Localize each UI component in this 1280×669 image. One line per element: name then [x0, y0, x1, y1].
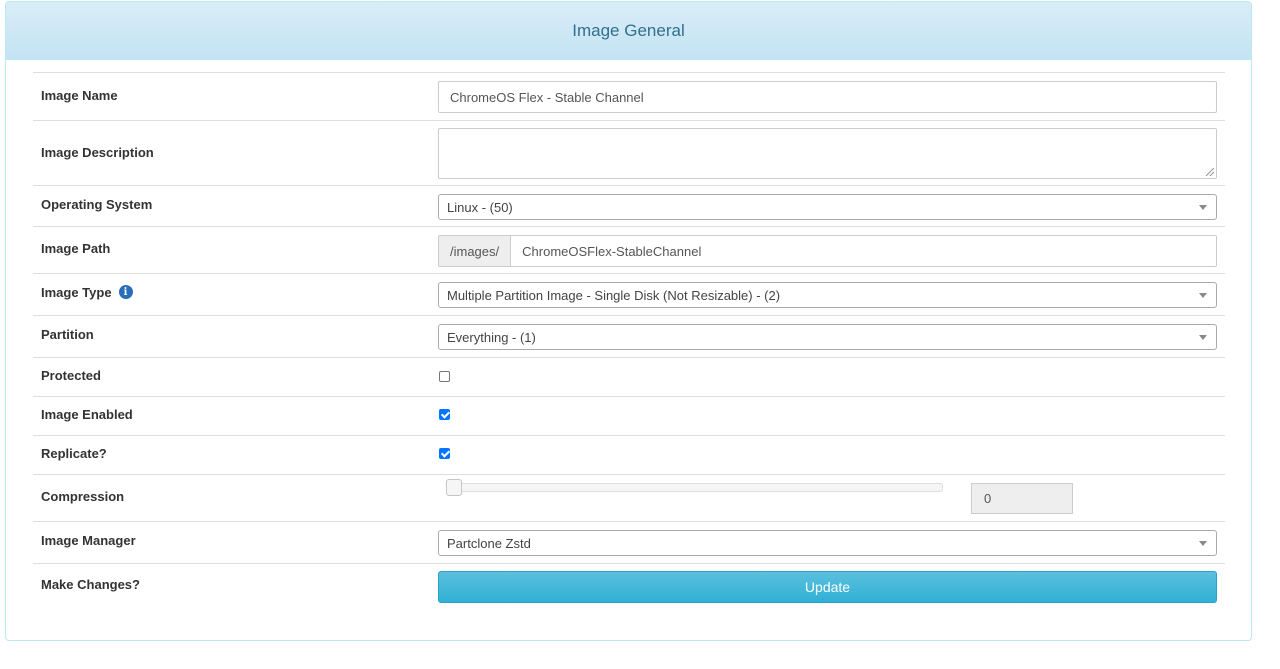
image-name-value: ChromeOS Flex - Stable Channel	[450, 89, 644, 105]
partition-selected: Everything - (1)	[447, 329, 536, 345]
operating-system-select[interactable]: Linux - (50)	[438, 194, 1217, 220]
partition-field-wrap: Everything - (1)	[438, 324, 1217, 350]
row-make-changes: Make Changes? Update	[33, 563, 1225, 611]
partition-select[interactable]: Everything - (1)	[438, 324, 1217, 350]
image-enabled-label: Image Enabled	[41, 406, 133, 422]
image-manager-label: Image Manager	[41, 532, 136, 548]
compression-label: Compression	[41, 488, 125, 504]
row-replicate: Replicate?	[33, 435, 1225, 474]
image-path-input[interactable]: ChromeOSFlex-StableChannel	[510, 235, 1217, 267]
panel-heading: Image General	[6, 2, 1251, 60]
image-manager-select[interactable]: Partclone Zstd	[438, 530, 1217, 556]
image-name-input[interactable]: ChromeOS Flex - Stable Channel	[438, 81, 1217, 113]
make-changes-label: Make Changes?	[41, 576, 140, 592]
image-type-selected: Multiple Partition Image - Single Disk (…	[447, 287, 781, 303]
image-path-value: ChromeOSFlex-StableChannel	[522, 243, 702, 259]
operating-system-field-wrap: Linux - (50)	[438, 194, 1217, 220]
chevron-down-icon	[1199, 292, 1207, 298]
image-manager-field-wrap: Partclone Zstd	[438, 530, 1217, 556]
resize-grip-icon[interactable]	[1206, 168, 1214, 176]
row-partition: Partition Everything - (1)	[33, 315, 1225, 357]
compression-value: 0	[984, 491, 992, 506]
image-path-prefix: /images/	[438, 235, 511, 267]
chevron-down-icon	[1199, 204, 1207, 210]
image-description-field-wrap	[438, 128, 1217, 179]
image-description-label: Image Description	[41, 144, 154, 160]
compression-slider[interactable]	[446, 479, 943, 496]
protected-checkbox[interactable]	[439, 371, 450, 382]
compression-field-wrap: 0	[438, 475, 1217, 522]
image-manager-selected: Partclone Zstd	[447, 535, 531, 551]
image-path-label: Image Path	[41, 240, 111, 256]
partition-label: Partition	[41, 326, 94, 342]
compression-value-input: 0	[971, 483, 1073, 514]
image-name-label: Image Name	[41, 87, 118, 103]
row-compression: Compression 0	[33, 474, 1225, 521]
image-form: Image Name ChromeOS Flex - Stable Channe…	[33, 72, 1225, 611]
row-image-manager: Image Manager Partclone Zstd	[33, 521, 1225, 563]
row-operating-system: Operating System Linux - (50)	[33, 185, 1225, 226]
replicate-checkbox[interactable]	[439, 448, 450, 459]
image-description-textarea[interactable]	[438, 128, 1217, 179]
operating-system-label: Operating System	[41, 196, 153, 212]
image-enabled-checkbox[interactable]	[439, 409, 450, 420]
row-image-path: Image Path /images/ ChromeOSFlex-StableC…	[33, 226, 1225, 273]
image-type-field-wrap: Multiple Partition Image - Single Disk (…	[438, 282, 1217, 308]
row-image-enabled: Image Enabled	[33, 396, 1225, 435]
compression-slider-handle[interactable]	[446, 479, 462, 496]
operating-system-selected: Linux - (50)	[447, 199, 513, 215]
row-protected: Protected	[33, 357, 1225, 396]
chevron-down-icon	[1199, 540, 1207, 546]
row-image-name: Image Name ChromeOS Flex - Stable Channe…	[33, 72, 1225, 120]
row-image-type: Image Type i Multiple Partition Image - …	[33, 273, 1225, 315]
protected-label: Protected	[41, 367, 101, 383]
image-general-panel: Image General Image Name ChromeOS Flex -…	[5, 1, 1252, 641]
image-name-field-wrap: ChromeOS Flex - Stable Channel	[438, 81, 1217, 113]
row-image-description: Image Description	[33, 120, 1225, 185]
panel-title: Image General	[572, 20, 685, 40]
replicate-label: Replicate?	[41, 445, 107, 461]
image-path-input-group: /images/ ChromeOSFlex-StableChannel	[438, 235, 1217, 267]
image-type-label: Image Type	[41, 284, 112, 300]
info-circle-icon[interactable]: i	[118, 285, 133, 299]
image-type-label-wrap: Image Type i	[41, 274, 133, 310]
update-button[interactable]: Update	[438, 571, 1217, 603]
chevron-down-icon	[1199, 334, 1207, 340]
image-path-field-wrap: /images/ ChromeOSFlex-StableChannel	[438, 235, 1217, 267]
image-type-select[interactable]: Multiple Partition Image - Single Disk (…	[438, 282, 1217, 308]
make-changes-field-wrap: Update	[438, 571, 1217, 603]
